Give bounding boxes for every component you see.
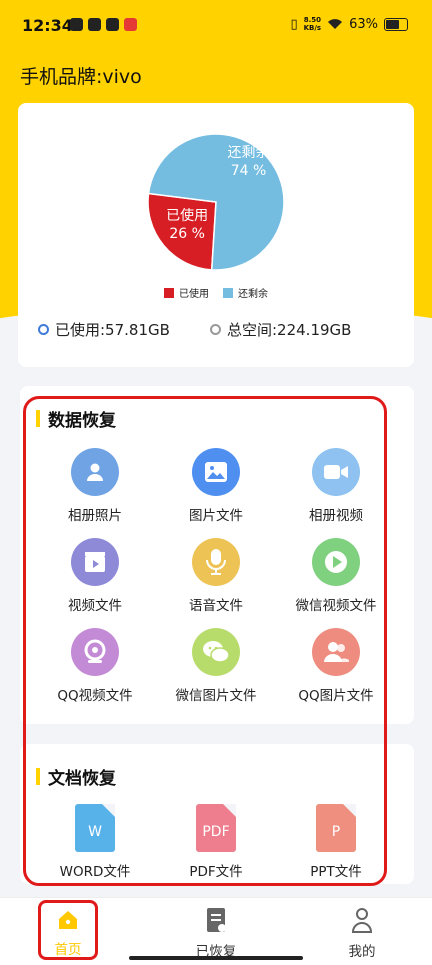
app-notification-icon	[88, 18, 101, 31]
notification-icons	[70, 18, 137, 31]
app-notification-icon	[70, 18, 83, 31]
status-bar: 12:34 ▯ 8.50 KB/s 63%	[0, 0, 432, 50]
total-stat: 总空间:224.19GB	[210, 319, 351, 340]
pie-slice-name: 已使用	[166, 207, 208, 224]
app-notification-icon	[124, 18, 137, 31]
nav-item-recovered[interactable]: 已恢复	[156, 898, 276, 960]
pie-slice-name: 还剩余	[227, 144, 269, 161]
legend-swatch	[223, 287, 233, 298]
legend-item: 已使用	[164, 285, 209, 300]
wifi-icon	[328, 19, 343, 29]
storage-card: 已使用 26 % 还剩余 74 % 已使用 还剩余 已使用:57.81GB 总空间:22…	[18, 103, 414, 367]
pie-slice-value: 26 %	[169, 226, 205, 242]
legend-label: 已使用	[179, 289, 209, 300]
battery-percent: 63%	[349, 16, 378, 32]
status-right: ▯ 8.50 KB/s 63%	[290, 16, 408, 32]
network-speed: 8.50 KB/s	[304, 16, 321, 32]
pie-slice-value: 74 %	[231, 163, 267, 179]
legend-swatch	[164, 287, 174, 298]
used-label: 已使用:57.81GB	[55, 321, 170, 339]
page-title: 手机品牌:vivo	[20, 66, 142, 88]
used-stat: 已使用:57.81GB	[38, 319, 170, 340]
user-icon	[351, 908, 373, 933]
battery-icon	[384, 17, 408, 31]
speed-value: 8.50	[303, 16, 321, 24]
chart-legend: 已使用 还剩余	[18, 285, 414, 300]
storage-pie-chart: 已使用 26 % 还剩余 74 %	[147, 133, 285, 271]
vibrate-icon: ▯	[290, 16, 298, 32]
nav-label: 我的	[348, 944, 376, 960]
legend-item: 还剩余	[223, 285, 268, 300]
nav-item-mine[interactable]: 我的	[302, 898, 422, 960]
legend-label: 还剩余	[238, 289, 268, 300]
speed-unit: KB/s	[303, 24, 322, 32]
nav-highlight-frame	[38, 900, 98, 960]
document-check-icon	[207, 908, 226, 932]
app-notification-icon	[106, 18, 119, 31]
total-label: 总空间:224.19GB	[227, 321, 352, 339]
status-time: 12:34	[22, 16, 73, 35]
total-ring-icon	[210, 324, 221, 335]
recovery-highlight-frame	[23, 396, 387, 886]
used-ring-icon	[38, 324, 49, 335]
gesture-bar	[129, 956, 303, 960]
